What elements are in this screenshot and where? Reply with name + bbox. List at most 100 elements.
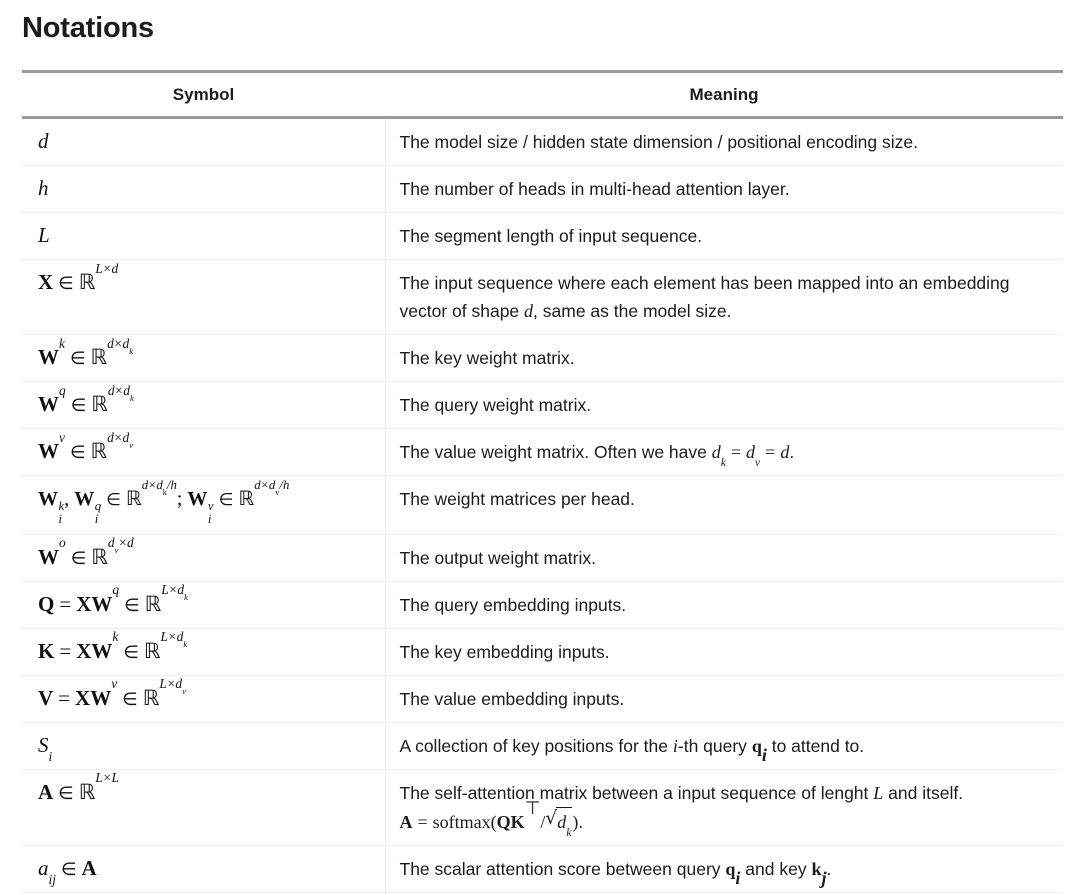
meaning-text: The key embedding inputs. xyxy=(399,641,610,662)
meaning-text-cont: and key xyxy=(745,858,807,879)
symbol-reals: ℝ xyxy=(90,439,108,463)
symbol-L: L xyxy=(38,223,50,247)
sub-k: k xyxy=(129,345,134,356)
sub-k: k xyxy=(129,392,134,403)
exp-h: h xyxy=(282,478,290,493)
element-of-icon: ∈ xyxy=(69,348,86,369)
equals-sign: = xyxy=(59,591,72,616)
meaning-cell-V: The value embedding inputs. xyxy=(385,675,1063,723)
exp-d: d xyxy=(127,535,134,551)
symbol-cell-L: L xyxy=(22,212,386,260)
meaning-text-cont: -th query xyxy=(677,735,747,756)
meaning-cell-Wv: The value weight matrix. Often we have d… xyxy=(385,428,1063,476)
symbol-W: W xyxy=(91,591,113,616)
radicand-dk: dk xyxy=(556,806,573,838)
times-sign: × xyxy=(168,629,177,645)
table-row: A ∈ ℝL×L The self-attention matrix between… xyxy=(22,769,1063,846)
inline-K: K xyxy=(510,811,525,832)
symbol-cell-A: A ∈ ℝL×L xyxy=(22,769,386,846)
symbol-K: K xyxy=(38,638,55,663)
symbol-cell-X: X ∈ ℝL×d xyxy=(22,259,386,335)
symbol-X: X xyxy=(38,270,54,294)
meaning-cell-Wi: The weight matrices per head. xyxy=(385,475,1063,535)
table-row: X ∈ ℝL×d The input sequence where each ele… xyxy=(22,259,1063,335)
table-row: Q = XWq∈ ℝL×dk The query embedding inputs. xyxy=(22,581,1063,629)
period: . xyxy=(578,811,584,832)
meaning-text: The self-attention matrix between a inpu… xyxy=(399,782,869,803)
inline-dv: dv xyxy=(746,442,761,469)
meaning-cell-L: The segment length of input sequence. xyxy=(385,212,1063,260)
symbol-reals: ℝ xyxy=(90,345,108,369)
symbol-reals: ℝ xyxy=(142,685,160,710)
symbol-reals: ℝ xyxy=(78,270,96,294)
meaning-text: The number of heads in multi-head attent… xyxy=(399,179,790,199)
meaning-cell-Q: The query embedding inputs. xyxy=(385,581,1063,629)
symbol-X: X xyxy=(76,638,92,663)
symbol-A: A xyxy=(81,855,97,880)
exp-L: L xyxy=(111,770,119,786)
sub-sup-iv: vi xyxy=(207,499,214,526)
exp-k: k xyxy=(59,335,65,351)
table-row: L The segment length of input sequence. xyxy=(22,212,1063,260)
column-header-meaning: Meaning xyxy=(385,70,1063,119)
period: . xyxy=(789,442,795,462)
equals-sign: = xyxy=(59,638,72,663)
exp-d: d xyxy=(107,535,115,551)
meaning-cell-A: The self-attention matrix between a inpu… xyxy=(385,769,1063,846)
symbol-cell-Wk: Wk∈ ℝd×dk xyxy=(22,334,386,382)
symbol-reals: ℝ xyxy=(238,486,255,510)
symbol-reals: ℝ xyxy=(91,544,108,569)
table-body: d The model size / hidden state dimensio… xyxy=(22,117,1063,895)
meaning-text: The query weight matrix. xyxy=(399,395,592,415)
times-sign: × xyxy=(261,478,269,493)
sub-v: v xyxy=(275,488,280,498)
inline-A: A xyxy=(399,811,413,832)
symbol-X: X xyxy=(76,591,92,616)
meaning-text-cont: and itself. xyxy=(888,782,964,803)
exp-q: q xyxy=(112,582,120,598)
exp-d: d xyxy=(107,382,115,398)
sub-ij: ij xyxy=(48,871,56,887)
exp-v: v xyxy=(59,429,65,445)
table-row: K = XWk∈ ℝL×dk The key embedding inputs. xyxy=(22,628,1063,676)
exp-L: L xyxy=(160,629,168,645)
transpose-icon: ⊤ xyxy=(524,797,541,818)
exp-q: q xyxy=(59,382,66,398)
inline-symbol-d: d xyxy=(524,301,534,321)
symbol-X: X xyxy=(75,685,91,710)
element-of-icon: ∈ xyxy=(69,442,86,463)
inline-d: d xyxy=(780,442,790,462)
symbol-cell-Wo: Wo∈ ℝdv×d xyxy=(22,534,386,582)
meaning-text: The scalar attention score between query xyxy=(399,858,721,879)
notations-page: Notations Symbol Meaning d The model siz… xyxy=(0,0,1080,895)
symbol-cell-h: h xyxy=(22,165,386,213)
period: . xyxy=(826,858,832,879)
exp-d: d xyxy=(123,382,130,398)
table-row: aij ∈ A The scalar attention score between… xyxy=(22,845,1063,893)
meaning-cell-d: The model size / hidden state dimension … xyxy=(385,117,1063,166)
symbol-W: W xyxy=(187,488,208,510)
sub-k: k xyxy=(184,592,188,603)
symbol-W: W xyxy=(38,544,59,569)
table-row: Wo∈ ℝdv×d The output weight matrix. xyxy=(22,534,1063,582)
exp-d: d xyxy=(111,260,119,276)
symbol-cell-Wv: Wv∈ ℝd×dv xyxy=(22,428,386,476)
column-header-symbol: Symbol xyxy=(22,70,385,119)
symbol-reals: ℝ xyxy=(143,638,161,663)
symbol-cell-Wq: Wq∈ ℝd×dk xyxy=(22,381,386,429)
sub-v: v xyxy=(114,545,119,556)
meaning-text: The value weight matrix. Often we have xyxy=(399,442,707,462)
element-of-icon: ∈ xyxy=(122,688,138,710)
exp-d: d xyxy=(156,478,163,493)
table-row: Wq∈ ℝd×dk The query weight matrix. xyxy=(22,381,1063,429)
exp-h: h xyxy=(170,478,177,493)
symbol-W: W xyxy=(38,439,59,463)
meaning-text-cont2: to attend to. xyxy=(771,735,865,756)
symbol-A: A xyxy=(38,779,54,804)
inline-L: L xyxy=(873,782,884,803)
symbol-reals: ℝ xyxy=(144,591,162,616)
sqrt-icon: dk xyxy=(545,805,573,838)
symbol-cell-d: d xyxy=(22,117,386,166)
meaning-cell-Si: A collection of key positions for the i-… xyxy=(385,722,1063,770)
equals-sign: = xyxy=(730,442,742,462)
